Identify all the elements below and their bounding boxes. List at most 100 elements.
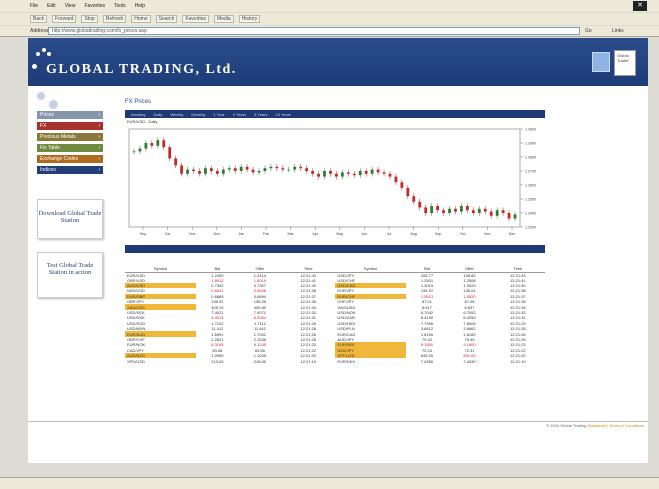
y-tick-label: 1.2300 bbox=[525, 226, 536, 230]
x-tick-label: Feb bbox=[263, 232, 269, 236]
y-tick-label: 1.2400 bbox=[525, 212, 536, 216]
trader-badge[interactable]: Global Trader bbox=[614, 50, 636, 76]
address-input[interactable]: http://www.globaltrading.com/fx_prices.a… bbox=[48, 27, 580, 35]
sidebar-item-fix-table[interactable]: Fix Table › bbox=[37, 144, 103, 152]
candle-body bbox=[204, 168, 207, 174]
candle-body bbox=[418, 201, 422, 208]
browser-toolbar: Back Forward Stop Refresh Home Search Favorite… bbox=[0, 13, 659, 25]
sidebar-item-indices[interactable]: Indices › bbox=[37, 166, 103, 174]
candle-body bbox=[198, 171, 201, 174]
candle-body bbox=[263, 168, 267, 171]
table-row[interactable]: XPD/USD 213.00 218.00 12:21:19 EUR/DKK 7.4380… bbox=[125, 358, 545, 364]
sidebar-item-label: Prices bbox=[40, 112, 54, 118]
history-button[interactable]: History bbox=[238, 15, 261, 23]
x-tick-label: Oct bbox=[460, 232, 466, 236]
candle-body bbox=[364, 171, 368, 174]
candle-body bbox=[406, 187, 410, 197]
close-icon[interactable]: ✕ bbox=[633, 1, 647, 11]
candle-body bbox=[382, 172, 386, 174]
table-cell: 7.4380 bbox=[420, 358, 434, 364]
x-tick-label: Nov bbox=[189, 232, 196, 236]
chart-period-tabs: Intraday Daily Weekly Monthly 1 Year 2 Years 5… bbox=[125, 110, 545, 118]
menu-item-favorites[interactable]: Favorites bbox=[84, 3, 105, 9]
table-body: EUR/USD 1.2409 1.2414 12:21:43 USD/JPY 108.77… bbox=[125, 272, 545, 364]
candle-body bbox=[465, 206, 469, 211]
menu-item-tools[interactable]: Tools bbox=[114, 3, 126, 9]
sidebar-item-label: Exchange Codes bbox=[40, 156, 79, 162]
test-promo[interactable]: Test Global Trade Station in action bbox=[37, 252, 103, 298]
candle-body bbox=[245, 166, 249, 170]
candle-body bbox=[352, 173, 356, 176]
quotes-bar bbox=[125, 245, 545, 253]
candle-body bbox=[239, 166, 243, 171]
candle-body bbox=[400, 182, 404, 188]
forward-button[interactable]: Forward bbox=[52, 15, 77, 23]
x-tick-label: Sep bbox=[435, 232, 441, 236]
chevron-right-icon: › bbox=[98, 134, 100, 140]
y-tick-label: 1.2900 bbox=[525, 142, 536, 146]
chevron-right-icon: › bbox=[98, 145, 100, 151]
refresh-button[interactable]: Refresh bbox=[102, 15, 127, 23]
download-promo[interactable]: Download Global Trade Station bbox=[37, 199, 103, 239]
candle-body bbox=[424, 207, 428, 213]
quotes-table: Symbol Bid Offer Time Symbol Bid Offer Time EUR… bbox=[125, 266, 545, 364]
tab-10-years[interactable]: 10 Years bbox=[275, 112, 291, 117]
globe-icon[interactable] bbox=[592, 52, 610, 72]
candle-body bbox=[227, 168, 231, 170]
candle-body bbox=[180, 165, 184, 174]
footer-links[interactable]: Disclaimer | Terms & Conditions bbox=[587, 423, 644, 428]
search-button[interactable]: Search bbox=[155, 15, 178, 23]
candle-body bbox=[340, 172, 344, 177]
tab-monthly[interactable]: Monthly bbox=[191, 112, 205, 117]
links-button[interactable]: Links bbox=[612, 27, 652, 35]
tab-intraday[interactable]: Intraday bbox=[131, 112, 145, 117]
media-button[interactable]: Media bbox=[214, 15, 234, 23]
tab-2-years[interactable]: 2 Years bbox=[233, 112, 246, 117]
menu-item-help[interactable]: Help bbox=[135, 3, 145, 9]
tab-5-years[interactable]: 5 Years bbox=[254, 112, 267, 117]
tab-daily[interactable]: Daily bbox=[153, 112, 162, 117]
sidebar-item-prices[interactable]: Prices › bbox=[37, 111, 103, 119]
x-tick-label: Dec bbox=[214, 232, 221, 236]
menu-item-file[interactable]: File bbox=[30, 3, 38, 9]
address-label: Address bbox=[30, 28, 49, 34]
candle-body bbox=[156, 140, 160, 146]
tab-1-year[interactable]: 1 Year bbox=[213, 112, 224, 117]
favorites-button[interactable]: Favorites bbox=[182, 15, 210, 23]
candle-body bbox=[138, 148, 142, 152]
candle-body bbox=[436, 206, 440, 211]
sidebar-item-label: FX bbox=[40, 123, 47, 129]
candle-body bbox=[269, 166, 273, 169]
tab-weekly[interactable]: Weekly bbox=[170, 112, 183, 117]
candle-body bbox=[513, 214, 517, 219]
footer: © 2004 Global Trading Disclaimer | Terms… bbox=[546, 423, 644, 428]
sidebar-item-precious-metals[interactable]: Precious Metals › bbox=[37, 133, 103, 141]
table-cell: 7.4430 bbox=[463, 358, 476, 364]
site-logo[interactable]: GLOBAL TRADING, Ltd. bbox=[46, 62, 237, 78]
candle-body bbox=[275, 166, 279, 169]
candle-body bbox=[144, 143, 148, 149]
candle-body bbox=[460, 206, 463, 212]
candle-body bbox=[221, 169, 225, 174]
menu-item-edit[interactable]: Edit bbox=[47, 3, 56, 9]
y-tick-label: 1.2700 bbox=[525, 170, 536, 174]
candle-body bbox=[358, 171, 362, 176]
y-tick-label: 1.2600 bbox=[525, 184, 536, 188]
menu-bar: File Edit View Favorites Tools Help bbox=[0, 0, 659, 12]
candle-body bbox=[168, 147, 172, 159]
home-button[interactable]: Home bbox=[131, 15, 151, 23]
sidebar-item-exchange-codes[interactable]: Exchange Codes › bbox=[37, 155, 103, 163]
back-button[interactable]: Back bbox=[30, 15, 48, 23]
candle-body bbox=[448, 208, 451, 213]
candle-body bbox=[430, 206, 434, 213]
menu-item-view[interactable]: View bbox=[65, 3, 76, 9]
candle-body bbox=[323, 171, 326, 177]
candle-body bbox=[251, 169, 255, 173]
sidebar-item-label: Fix Table bbox=[40, 145, 60, 151]
go-button[interactable]: Go bbox=[585, 27, 603, 35]
candle-body bbox=[293, 166, 297, 170]
sidebar-item-fx[interactable]: FX › bbox=[37, 122, 103, 130]
stop-button[interactable]: Stop bbox=[81, 15, 98, 23]
candle-body bbox=[215, 171, 219, 174]
candle-body bbox=[317, 173, 320, 177]
